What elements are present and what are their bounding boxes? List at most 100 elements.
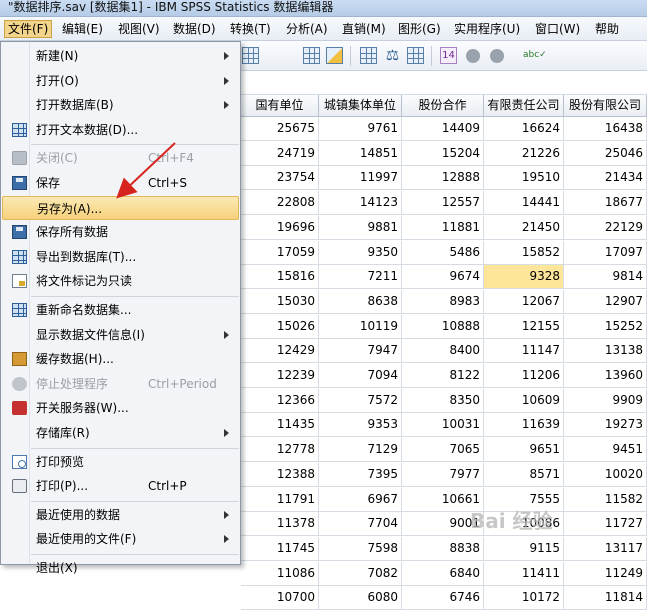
table-cell[interactable]: 12366 (241, 388, 319, 413)
file-menu-item[interactable]: 打开文本数据(D)... (2, 118, 239, 142)
table-cell[interactable]: 9651 (484, 438, 564, 463)
spell-check-icon[interactable]: abc✓ (523, 47, 547, 64)
file-menu-item[interactable]: 退出(X) (2, 556, 239, 580)
table-cell[interactable]: 8638 (319, 289, 402, 314)
file-menu-item[interactable]: 新建(N) (2, 44, 239, 68)
file-menu-item[interactable]: 开关服务器(W)... (2, 396, 239, 420)
file-menu-item[interactable]: 打印预览 (2, 450, 239, 474)
table-cell[interactable]: 11745 (241, 536, 319, 561)
table-cell[interactable]: 13960 (564, 364, 647, 388)
table-cell[interactable]: 8838 (402, 536, 484, 561)
table-cell[interactable]: 7065 (402, 438, 484, 463)
table-cell[interactable]: 12155 (484, 314, 564, 339)
table-cell[interactable]: 11249 (564, 561, 647, 586)
value-labels-icon[interactable]: 14 (440, 47, 457, 64)
table-cell[interactable]: 8571 (484, 462, 564, 487)
table-cell[interactable]: 10609 (484, 388, 564, 413)
table-cell[interactable]: 14851 (319, 141, 402, 166)
menu-graphs[interactable]: 图形(G) (395, 20, 444, 38)
table-cell[interactable]: 5486 (402, 240, 484, 265)
table-cell[interactable]: 21450 (484, 215, 564, 240)
file-menu-item[interactable]: 导出到数据库(T)... (2, 245, 239, 269)
menu-analyze[interactable]: 分析(A) (283, 20, 331, 38)
go-to-case-icon[interactable] (303, 47, 320, 64)
table-cell[interactable]: 10700 (241, 586, 319, 610)
table-cell[interactable]: 24719 (241, 141, 319, 166)
table-cell[interactable]: 9909 (564, 388, 647, 413)
table-cell[interactable]: 12239 (241, 364, 319, 388)
table-cell[interactable]: 9761 (319, 117, 402, 141)
table-cell[interactable]: 11086 (241, 561, 319, 586)
table-cell[interactable]: 25675 (241, 117, 319, 141)
table-cell[interactable]: 8350 (402, 388, 484, 413)
table-cell[interactable]: 11435 (241, 413, 319, 438)
table-cell[interactable]: 7211 (319, 265, 402, 290)
table-cell[interactable]: 12557 (402, 191, 484, 216)
table-cell[interactable]: 19696 (241, 215, 319, 240)
table-cell[interactable]: 6746 (402, 586, 484, 610)
table-cell[interactable]: 17097 (564, 240, 647, 265)
table-cell[interactable]: 7947 (319, 339, 402, 364)
col-header-limited-liability[interactable]: 有限责任公司 (484, 95, 564, 117)
table-cell[interactable]: 10031 (402, 413, 484, 438)
menu-help[interactable]: 帮助 (592, 20, 622, 38)
table-cell[interactable]: 9451 (564, 438, 647, 463)
table-cell[interactable]: 12907 (564, 289, 647, 314)
table-cell[interactable]: 21434 (564, 166, 647, 191)
table-cell[interactable]: 11814 (564, 586, 647, 610)
use-variable-sets-icon[interactable] (465, 47, 482, 64)
table-cell[interactable]: 15816 (241, 265, 319, 290)
table-cell[interactable]: 11997 (319, 166, 402, 191)
menu-window[interactable]: 窗口(W) (532, 20, 583, 38)
file-menu-item[interactable]: 显示数据文件信息(I) (2, 323, 239, 347)
table-cell[interactable]: 11881 (402, 215, 484, 240)
table-cell[interactable]: 12888 (402, 166, 484, 191)
table-cell[interactable]: 7094 (319, 364, 402, 388)
table-cell[interactable]: 6080 (319, 586, 402, 610)
file-menu-item[interactable]: 最近使用的文件(F) (2, 527, 239, 551)
table-cell[interactable]: 8122 (402, 364, 484, 388)
table-cell[interactable]: 13117 (564, 536, 647, 561)
table-cell[interactable]: 9674 (402, 265, 484, 290)
table-cell[interactable]: 10888 (402, 314, 484, 339)
table-cell[interactable]: 11639 (484, 413, 564, 438)
table-cell[interactable]: 10119 (319, 314, 402, 339)
menu-file[interactable]: 文件(F) (4, 20, 53, 38)
table-cell[interactable]: 16624 (484, 117, 564, 141)
table-cell[interactable]: 21226 (484, 141, 564, 166)
file-menu-item[interactable]: 保存所有数据 (2, 220, 239, 244)
table-cell[interactable]: 14123 (319, 191, 402, 216)
col-header-joint-stock-cooperative[interactable]: 股份合作 (402, 95, 484, 117)
col-header-joint-stock-limited[interactable]: 股份有限公司 (564, 95, 647, 117)
table-cell[interactable]: 12388 (241, 462, 319, 487)
insert-cases-icon[interactable] (360, 47, 377, 64)
table-cell[interactable]: 11411 (484, 561, 564, 586)
menu-edit[interactable]: 编辑(E) (59, 20, 106, 38)
menu-transform[interactable]: 转换(T) (227, 20, 274, 38)
table-cell[interactable]: 7082 (319, 561, 402, 586)
table-cell[interactable]: 9350 (319, 240, 402, 265)
split-file-icon[interactable] (407, 47, 424, 64)
table-cell[interactable]: 6840 (402, 561, 484, 586)
file-menu-item[interactable]: 打印(P)... Ctrl+P (2, 474, 239, 498)
table-cell[interactable]: 9881 (319, 215, 402, 240)
table-cell[interactable]: 14409 (402, 117, 484, 141)
table-cell[interactable]: 10172 (484, 586, 564, 610)
variables-icon[interactable] (326, 47, 343, 64)
table-cell[interactable]: 19273 (564, 413, 647, 438)
table-cell[interactable]: 7704 (319, 512, 402, 537)
table-cell[interactable]: 12067 (484, 289, 564, 314)
table-cell[interactable]: 8400 (402, 339, 484, 364)
file-menu-item[interactable]: 保存 Ctrl+S (2, 171, 239, 195)
table-cell[interactable]: 15252 (564, 314, 647, 339)
table-cell[interactable]: 23754 (241, 166, 319, 191)
table-cell[interactable]: 15026 (241, 314, 319, 339)
table-cell[interactable]: 12778 (241, 438, 319, 463)
table-cell[interactable]: 12429 (241, 339, 319, 364)
table-cell[interactable]: 16438 (564, 117, 647, 141)
col-header-urban-collective[interactable]: 城镇集体单位 (319, 95, 402, 117)
table-cell[interactable]: 9328 (484, 265, 564, 290)
menu-view[interactable]: 视图(V) (115, 20, 163, 38)
table-cell[interactable]: 11378 (241, 512, 319, 537)
menu-data[interactable]: 数据(D) (170, 20, 219, 38)
